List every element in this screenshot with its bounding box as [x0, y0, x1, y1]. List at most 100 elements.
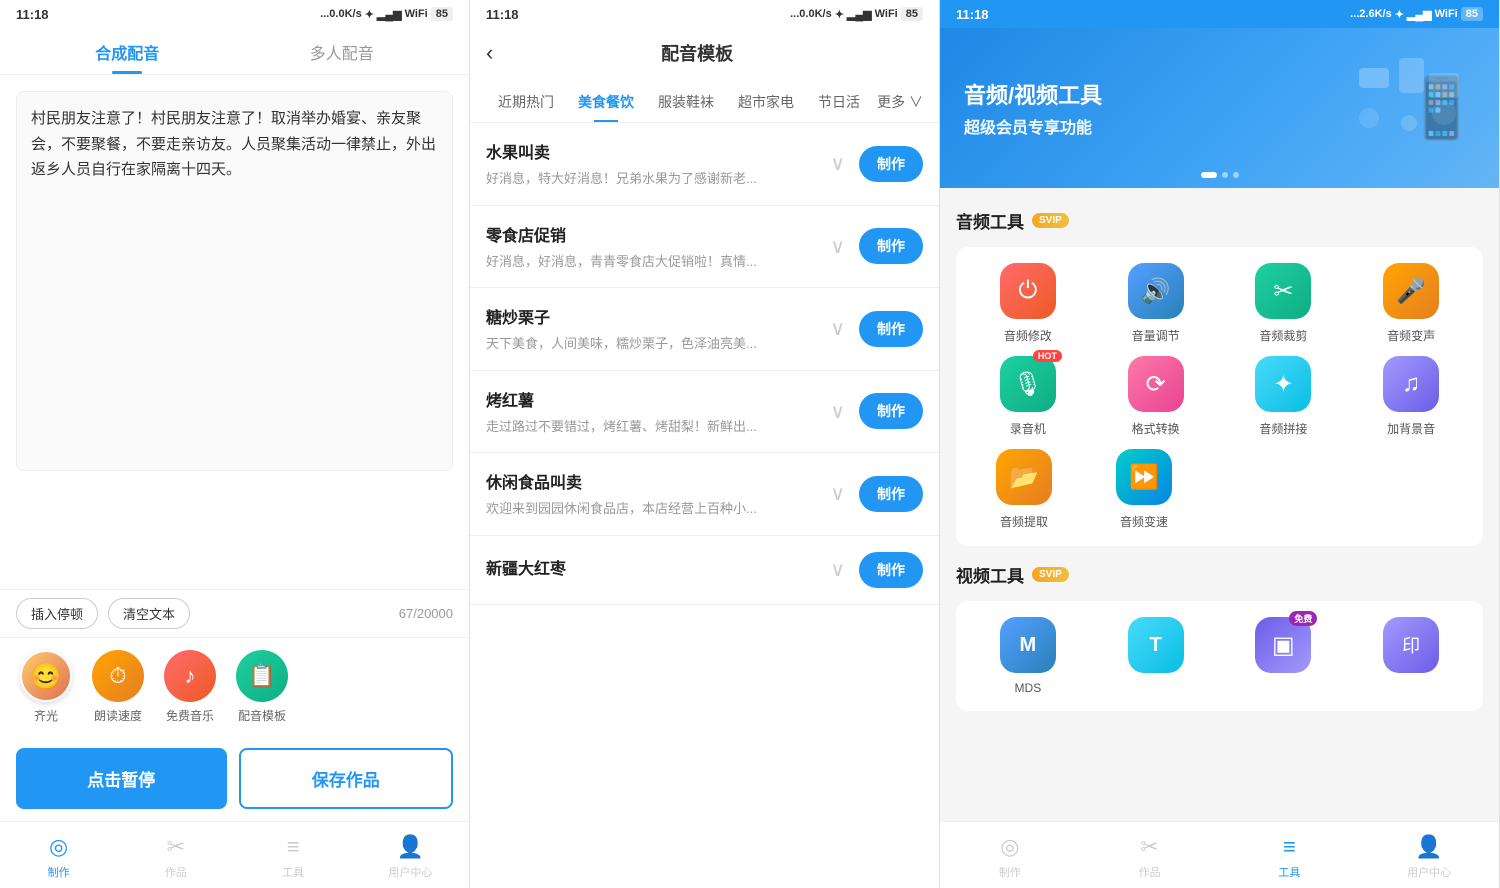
nav-item-create-1[interactable]: ◎ 制作 [0, 830, 117, 884]
audio-row-2: HOT 🎙 录音机 ⟳ 格式转换 ✦ 音频拼接 [964, 356, 1475, 437]
tab-synthesis[interactable]: 合成配音 [20, 28, 235, 74]
tool-audio-modify[interactable]: ⏻ 音频修改 [988, 263, 1068, 344]
nav-item-tools-3[interactable]: ≡ 工具 [1220, 830, 1360, 884]
tool-add-bgm[interactable]: ♫ 加背景音 [1371, 356, 1451, 437]
expand-icon-4[interactable]: ∨ [830, 481, 845, 506]
recorder-icon: HOT 🎙 [1000, 356, 1056, 412]
voice-label-2: 免费音乐 [166, 707, 214, 724]
tool-volume[interactable]: 🔊 音量调节 [1116, 263, 1196, 344]
bluetooth-icon-3: ✦ [1395, 8, 1404, 21]
tab-multi[interactable]: 多人配音 [235, 28, 450, 74]
nav-item-tools-1[interactable]: ≡ 工具 [235, 830, 352, 884]
video-row-1: M MDS T 免费 ▣ [964, 617, 1475, 695]
expand-icon-0[interactable]: ∨ [830, 151, 845, 176]
status-icons-1: ...0.0K/s ✦ ▂▄▆ WiFi 85 [320, 7, 453, 21]
battery-2: 85 [901, 7, 923, 21]
voice-speed-item[interactable]: ⏱ 朗读速度 [92, 650, 144, 724]
category-tabs: 近期热门 美食餐饮 服装鞋袜 超市家电 节日活 更多 ∨ [470, 82, 939, 123]
nav-item-create-3[interactable]: ◎ 制作 [940, 830, 1080, 884]
tool-video-2[interactable]: T [1116, 617, 1196, 695]
nav-item-works-3[interactable]: ✂ 作品 [1080, 830, 1220, 884]
audio-section-title: 音频工具 [956, 208, 1024, 233]
template-item-0: 水果叫卖 好消息，特大好消息！兄弟水果为了感谢新老... ∨ 制作 [470, 123, 939, 206]
cat-clothing[interactable]: 服装鞋袜 [646, 82, 726, 122]
voice-bar: 😊 齐光 ⏱ 朗读速度 ♪ 免费音乐 📋 配音模板 [0, 637, 469, 736]
save-button[interactable]: 保存作品 [239, 748, 454, 809]
template-desc-2: 天下美食，人间美味，糯炒栗子，色泽油亮美... [486, 334, 816, 354]
nav-item-works-1[interactable]: ✂ 作品 [117, 830, 234, 884]
tool-voice-change[interactable]: 🎤 音频变声 [1371, 263, 1451, 344]
video-2-glyph: T [1150, 634, 1162, 657]
cat-holiday[interactable]: 节日活 [806, 82, 872, 122]
make-button-2[interactable]: 制作 [859, 311, 923, 347]
tool-video-4[interactable]: 印 [1371, 617, 1451, 695]
back-button[interactable]: ‹ [486, 36, 501, 70]
format-convert-label: 格式转换 [1132, 420, 1180, 437]
nav-item-user-3[interactable]: 👤 用户中心 [1359, 830, 1499, 884]
cat-more-button[interactable]: 更多 ∨ [877, 92, 923, 112]
format-convert-icon: ⟳ [1128, 356, 1184, 412]
audio-cut-icon: ✂ [1255, 263, 1311, 319]
cat-recent[interactable]: 近期热门 [486, 82, 566, 122]
voice-name-0: 齐光 [34, 707, 58, 724]
audio-row-1: ⏻ 音频修改 🔊 音量调节 ✂ 音频裁剪 [964, 263, 1475, 344]
works-icon-3: ✂ [1140, 834, 1158, 860]
status-icons-3: ...2.6K/s ✦ ▂▄▆ WiFi 85 [1350, 7, 1483, 21]
template-title-2: 糖炒栗子 [486, 304, 816, 328]
template-info-3: 烤红薯 走过路过不要错过，烤红薯、烤甜梨！新鲜出... [486, 387, 816, 437]
audio-extract-glyph: 📂 [1009, 463, 1039, 492]
template-desc-4: 欢迎来到园园休闲食品店，本店经营上百种小... [486, 499, 816, 519]
nav-item-user-1[interactable]: 👤 用户中心 [352, 830, 469, 884]
dot-3 [1233, 172, 1239, 178]
music-icon: ♪ [164, 650, 216, 702]
battery-1: 85 [431, 7, 453, 21]
clear-text-button[interactable]: 清空文本 [108, 598, 190, 629]
tool-audio-speed[interactable]: ⏩ 音频变速 [1104, 449, 1184, 530]
voice-template-item[interactable]: 📋 配音模板 [236, 650, 288, 724]
nav-label-user-1: 用户中心 [388, 864, 432, 880]
template-title-5: 新疆大红枣 [486, 555, 816, 579]
tool-recorder[interactable]: HOT 🎙 录音机 [988, 356, 1068, 437]
tool-format-convert[interactable]: ⟳ 格式转换 [1116, 356, 1196, 437]
expand-icon-2[interactable]: ∨ [830, 316, 845, 341]
voice-music-item[interactable]: ♪ 免费音乐 [164, 650, 216, 724]
expand-icon-3[interactable]: ∨ [830, 399, 845, 424]
avatar-image: 😊 [20, 650, 72, 702]
template-info-5: 新疆大红枣 [486, 555, 816, 585]
tool-audio-merge[interactable]: ✦ 音频拼接 [1243, 356, 1323, 437]
tool-audio-extract[interactable]: 📂 音频提取 [984, 449, 1064, 530]
audio-modify-icon: ⏻ [1000, 263, 1056, 319]
tool-mds[interactable]: M MDS [988, 617, 1068, 695]
tool-video-3[interactable]: 免费 ▣ [1243, 617, 1323, 695]
voice-change-glyph: 🎤 [1396, 277, 1426, 306]
create-icon-1: ◎ [49, 834, 68, 860]
mds-glyph: M [1020, 634, 1037, 657]
cat-market[interactable]: 超市家电 [726, 82, 806, 122]
voice-avatar-item[interactable]: 😊 齐光 [20, 650, 72, 724]
promo-banner[interactable]: 音频/视频工具 超级会员专享功能 📱 [940, 28, 1499, 188]
template-info-2: 糖炒栗子 天下美食，人间美味，糯炒栗子，色泽油亮美... [486, 304, 816, 354]
tool-audio-cut[interactable]: ✂ 音频裁剪 [1243, 263, 1323, 344]
audio-speed-label: 音频变速 [1120, 513, 1168, 530]
video-3-glyph: ▣ [1272, 631, 1295, 660]
cat-food[interactable]: 美食餐饮 [566, 82, 646, 122]
expand-icon-5[interactable]: ∨ [830, 557, 845, 582]
make-button-5[interactable]: 制作 [859, 552, 923, 588]
panel2-templates: 11:18 ...0.0K/s ✦ ▂▄▆ WiFi 85 ‹ 配音模板 近期热… [470, 0, 940, 888]
pause-button[interactable]: 点击暂停 [16, 748, 227, 809]
insert-pause-button[interactable]: 插入停顿 [16, 598, 98, 629]
expand-icon-1[interactable]: ∨ [830, 234, 845, 259]
make-button-0[interactable]: 制作 [859, 146, 923, 182]
speed-icon: ⏱ [92, 650, 144, 702]
nav-label-works-1: 作品 [165, 864, 187, 880]
make-button-4[interactable]: 制作 [859, 476, 923, 512]
banner-line1: 音频/视频工具 [964, 78, 1102, 110]
make-button-3[interactable]: 制作 [859, 393, 923, 429]
nav-label-tools-1: 工具 [282, 864, 304, 880]
text-input-area[interactable]: 村民朋友注意了！村民朋友注意了！取消举办婚宴、亲友聚会，不要聚餐，不要走亲访友。… [16, 91, 453, 471]
audio-tools-grid: ⏻ 音频修改 🔊 音量调节 ✂ 音频裁剪 [956, 247, 1483, 546]
template-desc-3: 走过路过不要错过，烤红薯、烤甜梨！新鲜出... [486, 417, 816, 437]
wifi-icon-2: WiFi [875, 8, 898, 20]
make-button-1[interactable]: 制作 [859, 228, 923, 264]
bottom-nav-1: ◎ 制作 ✂ 作品 ≡ 工具 👤 用户中心 [0, 821, 469, 888]
